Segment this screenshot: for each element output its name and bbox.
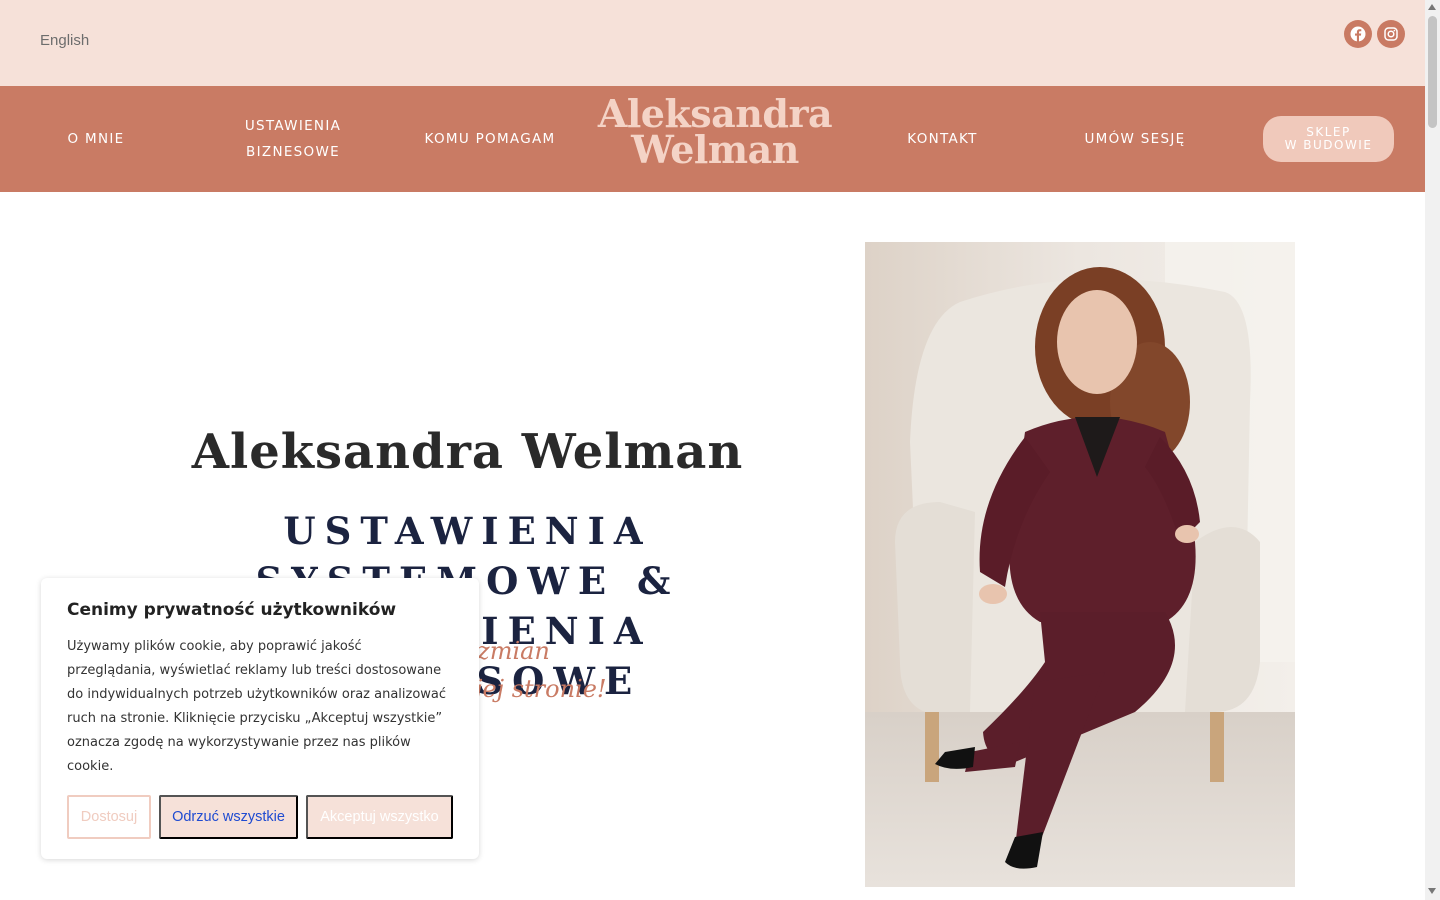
cookie-accept-all-button[interactable]: Akceptuj wszystko (306, 795, 453, 839)
instagram-icon[interactable] (1377, 20, 1405, 48)
hero-title: Aleksandra Welman (191, 424, 744, 480)
nav-ustawienia-biznesowe[interactable]: USTAWIENIA BIZNESOWE (228, 113, 358, 165)
shop-button[interactable]: SKLEP W BUDOWIE (1263, 116, 1394, 162)
scroll-thumb[interactable] (1428, 16, 1437, 128)
top-bar: English (0, 0, 1425, 86)
logo-line2: Welman (631, 127, 799, 172)
cookie-reject-all-button[interactable]: Odrzuć wszystkie (159, 795, 298, 839)
site-logo[interactable]: Aleksandra Welman (590, 95, 840, 172)
nav-ustawienia-line2: BIZNESOWE (246, 144, 340, 160)
scroll-down-icon[interactable] (1428, 888, 1436, 894)
nav-ustawienia-line1: USTAWIENIA (244, 118, 342, 134)
scroll-up-icon[interactable] (1428, 4, 1436, 10)
cookie-title: Cenimy prywatność użytkowników (67, 600, 397, 620)
portrait-photo (865, 242, 1295, 887)
nav-o-mnie[interactable]: O MNIE (40, 126, 152, 152)
cookie-description: Używamy plików cookie, aby poprawić jako… (67, 639, 447, 774)
cookie-customize-button[interactable]: Dostosuj (67, 795, 151, 839)
nav-kontakt[interactable]: KONTAKT (895, 126, 990, 152)
language-switch[interactable]: English (40, 32, 89, 49)
main-navigation: O MNIE USTAWIENIA BIZNESOWE KOMU POMAGAM… (0, 86, 1425, 192)
shop-button-line2: W BUDOWIE (1284, 138, 1373, 152)
facebook-icon[interactable] (1344, 20, 1372, 48)
nav-umow-sesje[interactable]: UMÓW SESJĘ (1075, 126, 1195, 152)
nav-komu-pomagam[interactable]: KOMU POMAGAM (420, 126, 560, 152)
page-scrollbar[interactable] (1425, 0, 1440, 900)
cookie-consent-dialog: Cenimy prywatność użytkowników Używamy p… (41, 578, 479, 859)
